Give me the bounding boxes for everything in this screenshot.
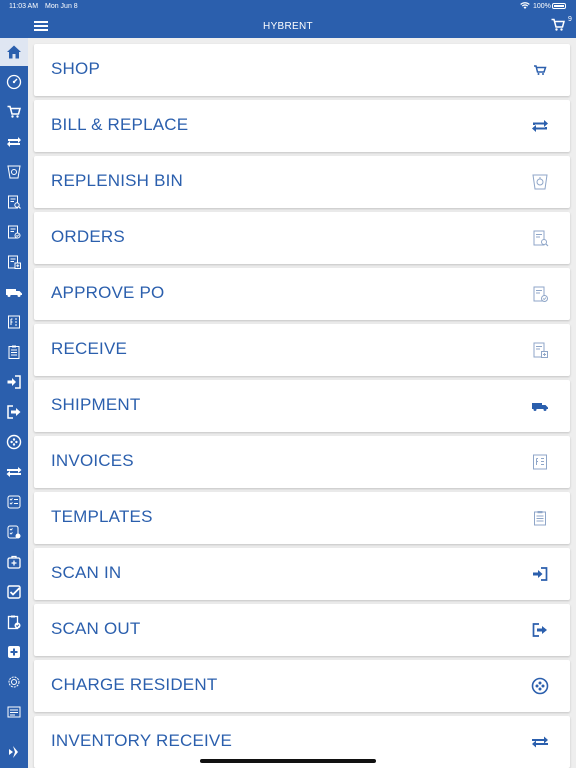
- sidebar-item-orders[interactable]: [0, 188, 28, 216]
- sidebar-item-settings[interactable]: [0, 668, 28, 696]
- menu-item-label: SCAN IN: [51, 563, 122, 582]
- menu-item-label: INVENTORY RECEIVE: [51, 731, 233, 750]
- menu-item-approve-po[interactable]: APPROVE PO: [34, 268, 570, 320]
- menu-item-label: RECEIVE: [51, 339, 128, 358]
- orders-icon: [530, 228, 550, 248]
- approve-po-icon: [530, 284, 550, 304]
- checklist-approve-icon: [7, 525, 21, 539]
- app-title: HYBRENT: [263, 21, 313, 32]
- wifi-icon: [520, 2, 530, 12]
- menu-item-label: TEMPLATES: [51, 507, 153, 526]
- checklist-icon: [7, 495, 21, 509]
- orders-icon: [8, 195, 21, 209]
- menu-item-label: REPLENISH BIN: [51, 171, 184, 190]
- menu-item-label: ORDERS: [51, 227, 125, 246]
- approve-po-icon: [8, 225, 21, 239]
- invoices-icon: [8, 315, 20, 329]
- sidebar-item-scan-out[interactable]: [0, 398, 28, 426]
- sidebar-item-inventory-receive[interactable]: [0, 458, 28, 486]
- scan-out-icon: [530, 620, 550, 640]
- scan-in-icon: [530, 564, 550, 584]
- bill-replace-icon: [7, 137, 21, 147]
- sidebar-item-add[interactable]: [0, 638, 28, 666]
- menu-item-orders[interactable]: ORDERS: [34, 212, 570, 264]
- sidebar-item-shipment[interactable]: [0, 278, 28, 306]
- charge-resident-icon: [6, 434, 22, 450]
- status-time: 11:03 AM: [9, 3, 39, 10]
- inventory-receive-icon: [6, 467, 22, 477]
- home-icon: [7, 45, 21, 59]
- cart-count-badge: 9: [568, 16, 572, 23]
- header-cart-icon[interactable]: [551, 18, 565, 37]
- menu-item-label: SHOP: [51, 59, 100, 78]
- battery-percent: 100%: [533, 3, 551, 10]
- menu-item-label: APPROVE PO: [51, 283, 165, 302]
- menu-item-label: BILL & REPLACE: [51, 115, 189, 134]
- sidebar: [0, 38, 28, 768]
- replenish-bin-icon: [530, 172, 550, 192]
- menu-item-invoices[interactable]: INVOICES: [34, 436, 570, 488]
- cart-icon: [7, 105, 21, 118]
- menu-item-label: CHARGE RESIDENT: [51, 675, 218, 694]
- menu-item-shop[interactable]: SHOP: [34, 44, 570, 96]
- collapse-icon: [9, 746, 18, 758]
- medical-kit-icon: [7, 555, 21, 569]
- invoices-icon: [530, 452, 550, 472]
- menu-item-label: SHIPMENT: [51, 395, 141, 414]
- sidebar-item-home[interactable]: [0, 38, 28, 66]
- sidebar-item-receive[interactable]: [0, 248, 28, 276]
- home-indicator: [200, 759, 376, 763]
- menu-item-label: SCAN OUT: [51, 619, 141, 638]
- replenish-bin-icon: [7, 165, 21, 179]
- receive-icon: [530, 340, 550, 360]
- templates-icon: [530, 508, 550, 528]
- sidebar-item-collapse[interactable]: [0, 738, 28, 766]
- status-bar: 11:03 AM Mon Jun 8 100%: [0, 0, 576, 14]
- sidebar-item-report[interactable]: [0, 698, 28, 726]
- sidebar-item-replenish-bin[interactable]: [0, 158, 28, 186]
- dashboard-icon: [6, 74, 22, 90]
- sidebar-item-scan-in[interactable]: [0, 368, 28, 396]
- truck-icon: [6, 289, 22, 297]
- scan-in-icon: [7, 375, 21, 389]
- settings-icon: [8, 676, 20, 688]
- menu-item-receive[interactable]: RECEIVE: [34, 324, 570, 376]
- cart-icon: [530, 60, 550, 80]
- menu-item-scan-in[interactable]: SCAN IN: [34, 548, 570, 600]
- sidebar-item-checklist-approve[interactable]: [0, 518, 28, 546]
- sidebar-item-dashboard[interactable]: [0, 68, 28, 96]
- menu-item-label: INVOICES: [51, 451, 134, 470]
- sidebar-item-checkbox[interactable]: [0, 578, 28, 606]
- truck-icon: [530, 396, 550, 416]
- sidebar-item-templates[interactable]: [0, 338, 28, 366]
- bill-replace-icon: [530, 116, 550, 136]
- sidebar-item-medical-kit[interactable]: [0, 548, 28, 576]
- menu-item-charge-resident[interactable]: CHARGE RESIDENT: [34, 660, 570, 712]
- charge-resident-icon: [530, 676, 550, 696]
- clipboard-check-icon: [7, 615, 21, 630]
- menu-item-replenish-bin[interactable]: REPLENISH BIN: [34, 156, 570, 208]
- sidebar-item-checklist[interactable]: [0, 488, 28, 516]
- battery-icon: [552, 3, 566, 9]
- menu-item-bill-replace[interactable]: BILL & REPLACE: [34, 100, 570, 152]
- menu-item-shipment[interactable]: SHIPMENT: [34, 380, 570, 432]
- templates-icon: [8, 345, 20, 359]
- main-menu-list: SHOP BILL & REPLACE REPLENISH BIN ORDERS…: [28, 38, 576, 768]
- status-date: Mon Jun 8: [45, 3, 78, 10]
- sidebar-item-bill-replace[interactable]: [0, 128, 28, 156]
- sidebar-item-approve-po[interactable]: [0, 218, 28, 246]
- menu-item-scan-out[interactable]: SCAN OUT: [34, 604, 570, 656]
- receive-icon: [8, 255, 21, 269]
- sidebar-item-clipboard-check[interactable]: [0, 608, 28, 636]
- sidebar-item-shop[interactable]: [0, 98, 28, 126]
- scan-out-icon: [7, 405, 21, 419]
- sidebar-item-invoices[interactable]: [0, 308, 28, 336]
- app-header: HYBRENT 9: [0, 14, 576, 38]
- add-icon: [8, 646, 20, 658]
- sidebar-item-charge-resident[interactable]: [0, 428, 28, 456]
- menu-item-templates[interactable]: TEMPLATES: [34, 492, 570, 544]
- inventory-receive-icon: [530, 732, 550, 752]
- checkbox-icon: [7, 585, 21, 599]
- report-icon: [7, 706, 21, 718]
